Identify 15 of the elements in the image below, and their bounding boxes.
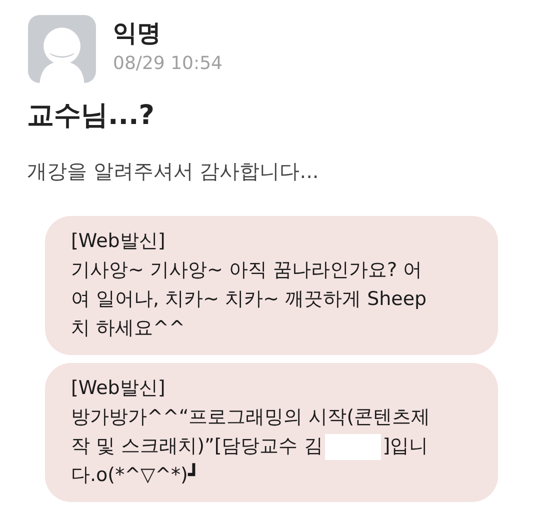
- message-text: 작 및 스크래치)”[담당교수 김: [71, 434, 323, 459]
- avatar-icon: [27, 15, 97, 83]
- redaction-box: [324, 434, 381, 460]
- message-text: 기사앙~ 기사앙~ 아직 꿈나라인가요? 어: [71, 258, 422, 283]
- post-time: 08/29 10:54: [113, 52, 222, 76]
- post-body: 개강을 알려주셔서 감사합니다...: [27, 158, 320, 185]
- author-name: 익명: [113, 18, 162, 49]
- message-text: 다.o(*^▽^*)┛: [71, 462, 200, 488]
- message-header: [Web발신]: [71, 229, 166, 254]
- message-text: 방가방가^^“프로그래밍의 시작(콘텐츠제: [71, 405, 430, 430]
- message-text: 여 일어나, 치카~ 치카~ 깨끗하게 Sheep: [71, 287, 427, 312]
- message-header: [Web발신]: [71, 376, 166, 401]
- message-text: 치 하세요^^: [71, 316, 185, 341]
- message-text: ]입니: [382, 434, 428, 459]
- post-title: 교수님...?: [27, 99, 156, 133]
